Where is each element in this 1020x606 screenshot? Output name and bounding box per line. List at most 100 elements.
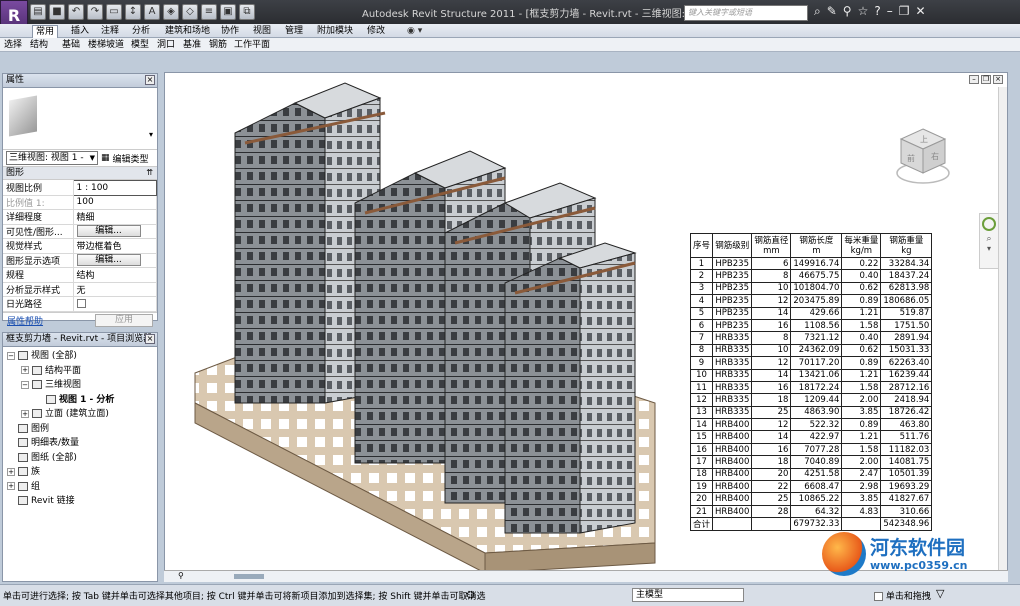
open-icon[interactable]: ▤ (30, 4, 46, 20)
communication-icon[interactable]: ⚲ (843, 4, 852, 19)
building-model[interactable] (185, 73, 705, 573)
chevron-down-icon[interactable]: ▾ (149, 130, 153, 139)
3d-view-icon[interactable]: ◈ (163, 4, 179, 20)
collapse-icon[interactable]: − (21, 380, 29, 389)
panel-stairs[interactable]: 楼梯坡道 (88, 39, 124, 51)
tab-analyze[interactable]: 分析 (129, 25, 153, 38)
collapse-icon[interactable]: − (7, 351, 15, 360)
close-icon[interactable]: ✕ (916, 4, 926, 19)
zoom-icon[interactable]: ⌕ (980, 234, 998, 244)
property-value[interactable]: 编辑... (73, 224, 157, 239)
edit-button[interactable]: 编辑... (76, 225, 141, 238)
ribbon-minimize-icon[interactable]: ◉ ▾ (404, 25, 425, 38)
print-icon[interactable]: ▭ (106, 4, 122, 20)
browser-node[interactable]: + 结构平面 (3, 364, 157, 379)
worksets-icon[interactable]: ⛭ (466, 588, 475, 602)
close-icon[interactable]: × (993, 75, 1003, 84)
tab-insert[interactable]: 插入 (68, 25, 92, 38)
checkbox[interactable] (874, 592, 883, 601)
property-row[interactable]: 比例值 1: 100 (3, 195, 157, 210)
property-group-graphics[interactable]: 图形 ⇈ (3, 167, 157, 180)
tab-modify[interactable]: 修改 (364, 25, 388, 38)
edit-button[interactable]: 编辑... (76, 254, 141, 267)
edit-type-button[interactable]: 编辑类型 (113, 152, 149, 165)
minimize-icon[interactable]: – (887, 4, 893, 19)
expand-icon[interactable]: + (7, 467, 15, 476)
property-value[interactable]: 编辑... (73, 253, 157, 268)
section-icon[interactable]: ◇ (182, 4, 198, 20)
property-value[interactable]: 结构 (73, 267, 157, 283)
expand-icon[interactable]: + (21, 409, 29, 418)
thin-lines-icon[interactable]: ≡ (201, 4, 217, 20)
panel-workplane[interactable]: 工作平面 (234, 39, 270, 51)
property-value[interactable]: 1 : 100 (72, 180, 157, 196)
tab-view[interactable]: 视图 (250, 25, 274, 38)
tab-addins[interactable]: 附加模块 (314, 25, 356, 38)
property-row[interactable]: 视觉样式 带边框着色 (3, 238, 157, 254)
undo-icon[interactable]: ↶ (68, 4, 84, 20)
expand-icon[interactable]: + (7, 482, 15, 490)
minimize-icon[interactable]: – (969, 75, 979, 84)
vertical-scrollbar[interactable] (998, 87, 1007, 581)
save-icon[interactable]: ■ (49, 4, 65, 20)
property-value[interactable] (73, 296, 157, 312)
subscription-icon[interactable]: ✎ (827, 4, 837, 19)
search-input[interactable]: 键入关键字或短语 (684, 5, 808, 21)
property-row[interactable]: 日光路径 (3, 296, 157, 312)
property-row[interactable]: 可见性/图形... 编辑... (3, 224, 157, 239)
horizontal-scrollbar[interactable] (234, 574, 264, 579)
sun-path-checkbox[interactable] (76, 298, 86, 308)
apply-button[interactable]: 应用 (95, 313, 153, 327)
panel-rebar[interactable]: 钢筋 (209, 39, 227, 51)
panel-foundation[interactable]: 基础 (62, 39, 80, 51)
property-value[interactable]: 无 (73, 282, 157, 297)
browser-node[interactable]: 视图 1 - 分析 (3, 393, 157, 408)
property-row[interactable]: 规程 结构 (3, 267, 157, 283)
scale-icon[interactable]: ⚲ (178, 571, 184, 580)
browser-node[interactable]: − 视图 (全部) (3, 349, 157, 364)
expand-icon[interactable]: + (21, 366, 29, 374)
type-selector[interactable]: 三维视图: 视图 1 - (6, 151, 98, 165)
close-icon[interactable]: × (145, 334, 155, 344)
property-row[interactable]: 详细程度 精细 (3, 209, 157, 225)
switch-windows-icon[interactable]: ⧉ (239, 4, 255, 20)
close-icon[interactable]: × (145, 75, 155, 85)
property-row[interactable]: 视图比例 1 : 100 (3, 180, 157, 196)
redo-icon[interactable]: ↷ (87, 4, 103, 20)
nav-options-icon[interactable]: ▾ (980, 244, 998, 253)
tab-home[interactable]: 常用 (32, 25, 59, 38)
viewcube[interactable]: 上 前 右 (893, 123, 953, 193)
measure-icon[interactable]: ↕ (125, 4, 141, 20)
panel-select[interactable]: 选择 (4, 39, 22, 51)
panel-model[interactable]: 模型 (131, 39, 149, 51)
tab-annotate[interactable]: 注释 (98, 25, 122, 38)
browser-node[interactable]: + 族 (3, 465, 157, 480)
tag-icon[interactable]: A (144, 4, 160, 20)
tab-massing-site[interactable]: 建筑和场地 (162, 25, 213, 38)
panel-datum[interactable]: 基准 (183, 39, 201, 51)
properties-help-link[interactable]: 属性帮助 (7, 314, 43, 327)
panel-structure[interactable]: 结构 (30, 39, 48, 51)
browser-node[interactable]: 明细表/数量 (3, 436, 157, 451)
tab-collaborate[interactable]: 协作 (218, 25, 242, 38)
restore-icon[interactable]: ❐ (899, 4, 910, 19)
collapse-icon[interactable]: ⇈ (146, 167, 153, 179)
restore-icon[interactable]: ❐ (981, 75, 991, 84)
help-icon[interactable]: ? (874, 4, 880, 19)
property-row[interactable]: 分析显示样式无 (3, 282, 157, 297)
close-hidden-icon[interactable]: ▣ (220, 4, 236, 20)
press-drag-checkbox[interactable]: 单击和拖拽 (874, 589, 931, 602)
active-model-select[interactable]: 主模型 (632, 588, 744, 602)
filter-icon[interactable]: ▽ (936, 587, 944, 600)
browser-node[interactable]: Revit 链接 (3, 494, 157, 509)
panel-opening[interactable]: 洞口 (157, 39, 175, 51)
property-value[interactable]: 100 (73, 195, 157, 210)
browser-node[interactable]: 图纸 (全部) (3, 451, 157, 466)
3d-viewport[interactable]: – ❐ × 上 前 右 ⌕ ▾ 序号 钢筋级别 钢筋直径 mm 钢筋长度 m 每… (164, 72, 1008, 582)
tab-manage[interactable]: 管理 (282, 25, 306, 38)
property-value[interactable]: 精细 (73, 209, 157, 225)
property-row[interactable]: 图形显示选项 编辑... (3, 253, 157, 268)
property-value[interactable]: 带边框着色 (73, 238, 157, 254)
steering-wheel-icon[interactable] (982, 217, 996, 231)
browser-node[interactable]: − 三维视图 (3, 378, 157, 393)
